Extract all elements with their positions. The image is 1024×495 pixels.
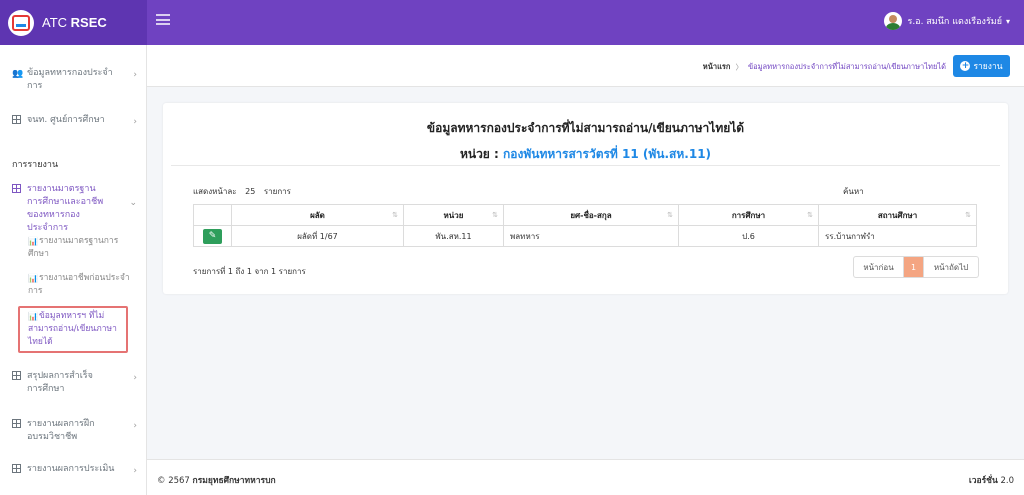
sort-icon: ⇅ [392,211,398,219]
breadcrumb-current: ข้อมูลทหารกองประจำการที่ไม่สามารถอ่าน/เข… [747,62,946,71]
brand-logo-icon [8,9,34,36]
hamburger-menu-icon[interactable] [156,14,170,25]
sort-icon: ⇅ [807,211,813,219]
footer-version: เวอร์ชั่น 2.0 [968,476,1014,486]
page-length-control: แสดงหน้าละ 25 รายการ [193,187,291,196]
top-navbar: ATC RSEC ร.อ. สมนึก แดงเรืองรัมย์ ▾ [0,0,1024,45]
unit-heading: หน่วย : กองพันทหารสารวัตรที่ 11 (พัน.สห.… [459,147,712,161]
column-header-unit[interactable]: หน่วย ⇅ [403,204,504,226]
pagination-next-button[interactable]: หน้าถัดไป [923,257,978,277]
sidebar-subitem-edu-standard[interactable]: 📊 รายงานมาตรฐานการศึกษา [28,235,133,261]
pencil-icon: ✎ [208,231,217,241]
sidebar-item-staff[interactable]: จนท. ศูนย์การศึกษา › [0,114,147,127]
sidebar-subitem-occupation[interactable]: 📊 รายงานอาชีพก่อนประจำการ [28,272,133,298]
content-header: หน้าแรก 〉 ข้อมูลทหารกองประจำการที่ไม่สาม… [147,45,1024,87]
user-menu[interactable]: ร.อ. สมนึก แดงเรืองรัมย์ ▾ [884,12,1010,30]
breadcrumb-separator: 〉 [735,62,743,72]
sort-icon: ⇅ [965,211,971,219]
user-name: ร.อ. สมนึก แดงเรืองรัมย์ [907,17,1002,27]
table-info: รายการที่ 1 ถึง 1 จาก 1 รายการ [193,267,306,276]
column-header-batch[interactable]: ผลัด ⇅ [231,204,404,226]
cell-name: พลทหาร [503,225,679,247]
edit-button[interactable]: ✎ [203,228,222,244]
chevron-down-icon: ▾ [1005,16,1010,26]
footer-copyright: © 2567 กรมยุทธศึกษาทหารบก [157,476,276,486]
chevron-down-icon: ⌄ [129,198,137,208]
column-header-action [193,204,232,226]
brand[interactable]: ATC RSEC [0,0,147,45]
grid-icon [12,184,21,198]
pagination: หน้าก่อน 1 หน้าถัดไป [853,256,979,278]
sidebar-item-report-group[interactable]: รายงานมาตรฐานการศึกษาและอาชีพของทหารกองป… [0,183,137,235]
data-table: ผลัด ⇅ หน่วย ⇅ ยศ-ชื่อ-สกุล ⇅ การศึกษา ⇅ สถา… [193,204,977,247]
page-title: ข้อมูลทหารกองประจำการที่ไม่สามารถอ่าน/เข… [426,121,745,135]
chevron-right-icon: › [133,70,137,80]
report-button[interactable]: + รายงาน [953,55,1010,77]
column-header-school[interactable]: สถานศึกษา ⇅ [818,204,977,226]
sort-icon: ⇅ [667,211,673,219]
grid-icon [12,464,21,478]
sort-icon: ⇅ [492,211,498,219]
search-label: ค้นหา [843,187,864,196]
column-header-name[interactable]: ยศ-ชื่อ-สกุล ⇅ [503,204,679,226]
sidebar-item-vocational-training[interactable]: รายงานผลการฝึกอบรมวิชาชีพ › [0,418,137,444]
report-card: ข้อมูลทหารกองประจำการที่ไม่สามารถอ่าน/เข… [163,103,1008,294]
highlight-box [18,306,128,353]
grid-icon [12,371,21,385]
cell-school: รร.บ้านกาฬรำ [818,225,977,247]
pagination-prev-button[interactable]: หน้าก่อน [854,257,904,277]
unit-value: กองพันทหารสารวัตรที่ 11 (พัน.สห.11) [503,147,712,161]
column-header-education[interactable]: การศึกษา ⇅ [678,204,819,226]
grid-icon [12,115,21,129]
plus-circle-icon: + [960,61,971,71]
sidebar: 👥 ข้อมูลทหารกองประจำการ › จนท. ศูนย์การศ… [0,45,147,495]
cell-batch: ผลัดที่ 1/67 [231,225,404,247]
brand-name: ATC RSEC [42,15,107,30]
section-header-reports: การรายงาน [12,160,59,170]
sidebar-item-conscripts[interactable]: 👥 ข้อมูลทหารกองประจำการ › [0,67,147,93]
pagination-page-button[interactable]: 1 [904,257,923,277]
avatar [884,12,903,30]
divider [171,165,1000,166]
chart-icon: 📊 [28,274,38,283]
users-icon: 👥 [12,69,24,79]
footer: © 2567 กรมยุทธศึกษาทหารบก เวอร์ชั่น 2.0 [147,459,1024,495]
chevron-right-icon: › [133,466,137,476]
table-row: ✎ ผลัดที่ 1/67 พัน.สห.11 พลทหาร ป.6 รร.บ… [193,225,977,247]
grid-icon [12,419,21,433]
sidebar-item-evaluation[interactable]: รายงานผลการประเมิน › [0,463,147,476]
chevron-right-icon: › [133,421,137,431]
cell-education: ป.6 [678,225,819,247]
sidebar-item-graduation-summary[interactable]: สรุปผลการสำเร็จการศึกษา › [0,370,137,396]
chevron-right-icon: › [133,117,137,127]
breadcrumb: หน้าแรก 〉 ข้อมูลทหารกองประจำการที่ไม่สาม… [703,61,946,73]
page-length-select[interactable]: 25 [245,187,255,196]
cell-unit: พัน.สห.11 [403,225,504,247]
chart-icon: 📊 [28,237,38,246]
chevron-right-icon: › [133,373,137,383]
breadcrumb-home[interactable]: หน้าแรก [703,61,731,73]
